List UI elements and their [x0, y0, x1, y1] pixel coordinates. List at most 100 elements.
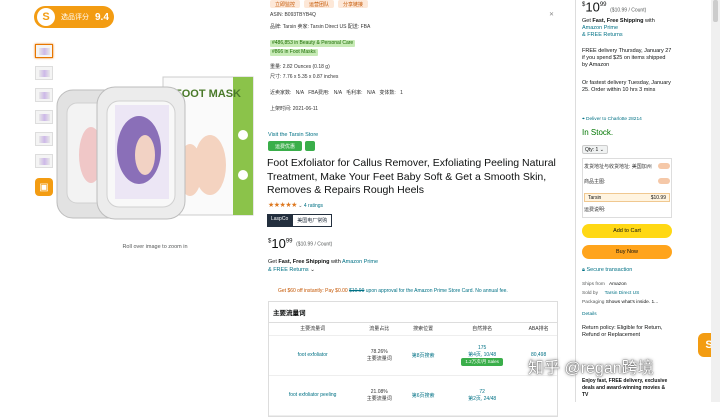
prime-button[interactable]: 运费优惠 — [268, 141, 302, 151]
rating-row[interactable]: ★★★★★ ⌄ 4 ratings — [268, 201, 323, 209]
bb-returns-link[interactable]: & FREE Returns — [582, 32, 623, 38]
keyword-cell[interactable]: foot exfoliator — [269, 335, 357, 376]
bb-ship-pre: Get — [582, 18, 593, 24]
sold-by-key: Sold by — [582, 291, 598, 296]
rank-tag-1: #486,853 in Beauty & Personal Care — [270, 40, 356, 47]
location-text[interactable]: Deliver to Charlotte 28214 — [586, 117, 642, 122]
tag-share[interactable]: 分享链接 — [338, 0, 369, 8]
bb-prime-link[interactable]: Amazon Prime — [582, 25, 618, 31]
option-1-toggle[interactable] — [658, 163, 670, 169]
table-row: foot exfoliator 78.26% 主要流量词 第8页搜索 175 第4页… — [269, 335, 557, 376]
buybox-price-cents: 99 — [599, 2, 607, 8]
store-link[interactable]: Visit the Tarsin Store — [268, 132, 318, 138]
packaging-value: Shows what's inside. 1... — [605, 300, 659, 305]
logo-s-icon: S — [37, 8, 55, 26]
share-sub: 主要流量词 — [366, 395, 392, 402]
promo-text: Get $60 off instantly: Pay $0.00 — [278, 288, 350, 294]
share-cell: 21.08% 主要流量词 — [356, 375, 403, 416]
buybox-shipping: Get Fast, Free Shipping with Amazon Prim… — [582, 18, 670, 39]
thumbnail-6[interactable] — [35, 154, 53, 168]
stock-status: In Stock. — [582, 128, 614, 137]
rank-value[interactable]: 72 — [479, 389, 485, 395]
position-cell[interactable]: 第6页搜索 — [402, 375, 445, 416]
price: $1099 ($10.99 / Count) — [268, 236, 332, 251]
offer-price: $10.99 — [650, 195, 666, 201]
quantity-select[interactable]: Qty: 1 ⌄ — [582, 145, 608, 154]
returns-link[interactable]: & FREE Returns — [268, 267, 309, 273]
keyword-cell[interactable]: foot exfoliator peeling — [269, 375, 357, 416]
rank-cell: 175 第4页, 10/48 1.2万次/月 Sales — [444, 335, 521, 376]
delivery-info: FREE delivery Thursday, January 27 if yo… — [582, 48, 672, 68]
offer-seller: Tarsin — [588, 195, 602, 201]
thumbnail-3[interactable] — [35, 88, 53, 102]
thumbnail-1[interactable] — [35, 44, 53, 58]
analysis-heading: 主要流量词 — [269, 302, 557, 323]
bb-ship-with: with — [643, 18, 655, 24]
share-sub: 主要流量词 — [366, 355, 392, 362]
score-badge[interactable]: S 选品评分 9.4 — [34, 6, 114, 28]
promo-line[interactable]: Get $60 off instantly: Pay $0.00 $10.99 … — [278, 288, 508, 294]
secure-transaction[interactable]: 🔒︎ Secure transaction — [582, 267, 632, 274]
product-image[interactable]: FOOT MASK — [55, 75, 255, 225]
ships-from-value: Amazon — [608, 282, 627, 287]
dimensions: 尺寸: 7.76 x 5.35 x 0.87 inches — [270, 74, 339, 80]
tag-monitor[interactable]: 立即监控 — [270, 0, 301, 8]
weight: 重量: 2.82 Ounces (0.18 g) — [270, 64, 330, 70]
thumbnail-2[interactable] — [35, 66, 53, 80]
sellers-line: 近卖家数: N/A FBA费用: N/A 毛利率: N/A 变体数: 1 — [270, 90, 403, 96]
close-icon[interactable]: ✕ — [549, 11, 554, 18]
camera-icon[interactable]: ▣ — [35, 178, 53, 196]
add-to-cart-button[interactable]: Add to Cart — [582, 224, 672, 238]
details-link[interactable]: Details — [582, 311, 597, 318]
bb-ship-bold: Fast, Free Shipping — [592, 18, 644, 24]
asin-line: ASIN: B093TBYB4Q — [270, 12, 316, 18]
aba-cell[interactable] — [520, 375, 557, 416]
share-value: 21.08% — [370, 388, 388, 395]
col-rank: 自然排名 — [444, 323, 521, 336]
scrollbar[interactable] — [711, 0, 720, 402]
rank-value[interactable]: 175 — [478, 345, 486, 351]
thumbnail-5[interactable] — [35, 132, 53, 146]
star-rating[interactable]: ★★★★★ — [268, 202, 297, 209]
buy-now-button[interactable]: Buy Now — [582, 245, 672, 259]
option-2-toggle[interactable] — [658, 178, 670, 184]
offer-option[interactable]: Tarsin $10.99 — [584, 193, 670, 202]
sold-by-value[interactable]: Tarsin Direct US — [605, 291, 640, 296]
buybox-price: $1099 ($10.99 / Count) — [582, 0, 647, 15]
col-share: 流量占比 — [356, 323, 403, 336]
option-3: 运费说明: — [584, 207, 606, 213]
prime-link[interactable]: Amazon Prime — [342, 259, 378, 265]
share-value: 78.26% — [370, 348, 388, 355]
secure-text[interactable]: Secure transaction — [586, 267, 632, 273]
svg-text:FOOT MASK: FOOT MASK — [175, 88, 241, 100]
zoom-hint: Roll over image to zoom in — [122, 244, 188, 250]
price-cents: 99 — [285, 238, 293, 245]
col-keyword: 主要流量词 — [269, 323, 357, 336]
thumbnail-4[interactable] — [35, 110, 53, 124]
qty-value: Qty: 1 — [585, 147, 599, 153]
rank-line-1: #486,853 in Beauty & Personal Care — [270, 40, 356, 47]
promo-rest: upon approval for the Amazon Prime Store… — [364, 288, 508, 294]
shipping-pre: Get — [268, 259, 279, 265]
listing-date: 上架时间: 2021-06-11 — [270, 106, 318, 112]
prime-promo[interactable]: Enjoy fast, FREE delivery, exclusive dea… — [582, 378, 672, 399]
share-icon[interactable] — [305, 141, 315, 151]
packaging-row: Packaging Shows what's inside. 1... — [582, 299, 658, 306]
chevron-down-icon[interactable]: ⌄ — [310, 267, 315, 273]
rating-count[interactable]: 4 ratings — [304, 203, 323, 209]
note-badge: 美国电厂常购 — [292, 214, 333, 227]
ships-from-key: Ships from — [582, 282, 605, 287]
option-2: 商品主图: — [584, 179, 606, 185]
rank-sub: 第4页, 10/48 — [468, 351, 497, 358]
deliver-location[interactable]: ⌖ Deliver to Charlotte 28214 — [582, 116, 642, 123]
col-position: 搜索位置 — [402, 323, 445, 336]
return-policy[interactable]: Return policy: Eligible for Return, Refu… — [582, 325, 672, 339]
packaging-key: Packaging — [582, 300, 605, 305]
shipping-mid: with — [329, 259, 342, 265]
tag-team[interactable]: 运营团队 — [304, 0, 335, 8]
position-cell[interactable]: 第8页搜索 — [402, 335, 445, 376]
rank-line-2: #866 in Foot Masks — [270, 49, 318, 56]
ships-from-row: Ships from Amazon — [582, 281, 627, 288]
scrollbar-thumb[interactable] — [713, 0, 718, 22]
seller-line: 品牌: Tarsin 卖家: Tarsin Direct US 配送: FBA — [270, 24, 371, 30]
